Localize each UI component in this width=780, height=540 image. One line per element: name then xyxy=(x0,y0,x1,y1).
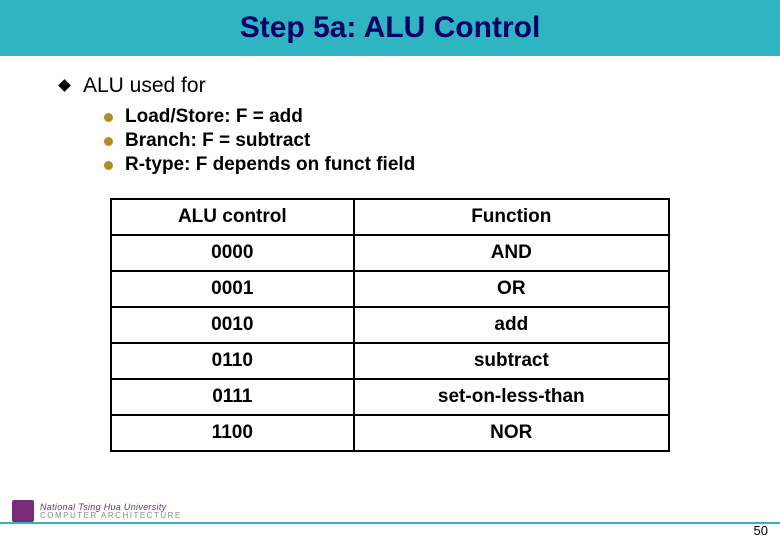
table-row: 0010 add xyxy=(111,307,669,343)
diamond-bullet-icon xyxy=(58,79,71,92)
alu-control-table: ALU control Function 0000 AND 0001 OR 00… xyxy=(110,198,670,452)
heading-text: ALU used for xyxy=(83,74,206,98)
table-cell: 0001 xyxy=(111,271,354,307)
table-cell: 0111 xyxy=(111,379,354,415)
table-row: 0001 OR xyxy=(111,271,669,307)
content-area: ALU used for Load/Store: F = add Branch:… xyxy=(0,56,780,452)
slide-title: Step 5a: ALU Control xyxy=(240,11,541,45)
dot-bullet-icon xyxy=(104,113,113,122)
table-header-row: ALU control Function xyxy=(111,199,669,235)
list-item: R-type: F depends on funct field xyxy=(104,154,720,176)
table-row: 0110 subtract xyxy=(111,343,669,379)
list-item: Branch: F = subtract xyxy=(104,130,720,152)
bullet-text: Branch: F = subtract xyxy=(125,130,310,152)
dot-bullet-icon xyxy=(104,161,113,170)
bullet-text: Load/Store: F = add xyxy=(125,106,303,128)
table-cell: subtract xyxy=(354,343,669,379)
table-cell: set-on-less-than xyxy=(354,379,669,415)
table-cell: AND xyxy=(354,235,669,271)
list-item: Load/Store: F = add xyxy=(104,106,720,128)
university-logo: National Tsing Hua University COMPUTER A… xyxy=(12,500,182,522)
list-level1: ALU used for xyxy=(60,74,720,98)
table-row: 0111 set-on-less-than xyxy=(111,379,669,415)
table-cell: 0010 xyxy=(111,307,354,343)
title-bar: Step 5a: ALU Control xyxy=(0,0,780,56)
table-cell: OR xyxy=(354,271,669,307)
page-number: 50 xyxy=(754,523,768,538)
table-header: ALU control xyxy=(111,199,354,235)
dot-bullet-icon xyxy=(104,137,113,146)
logo-mark-icon xyxy=(12,500,34,522)
table-header: Function xyxy=(354,199,669,235)
footer-divider xyxy=(0,522,780,524)
table-cell: add xyxy=(354,307,669,343)
table-cell: 1100 xyxy=(111,415,354,451)
department-name: COMPUTER ARCHITECTURE xyxy=(40,512,182,520)
table-row: 0000 AND xyxy=(111,235,669,271)
table-cell: 0000 xyxy=(111,235,354,271)
table-row: 1100 NOR xyxy=(111,415,669,451)
footer: National Tsing Hua University COMPUTER A… xyxy=(0,494,780,540)
bullet-text: R-type: F depends on funct field xyxy=(125,154,415,176)
logo-text: National Tsing Hua University COMPUTER A… xyxy=(40,503,182,520)
table-cell: NOR xyxy=(354,415,669,451)
sub-list: Load/Store: F = add Branch: F = subtract… xyxy=(104,106,720,176)
table-cell: 0110 xyxy=(111,343,354,379)
